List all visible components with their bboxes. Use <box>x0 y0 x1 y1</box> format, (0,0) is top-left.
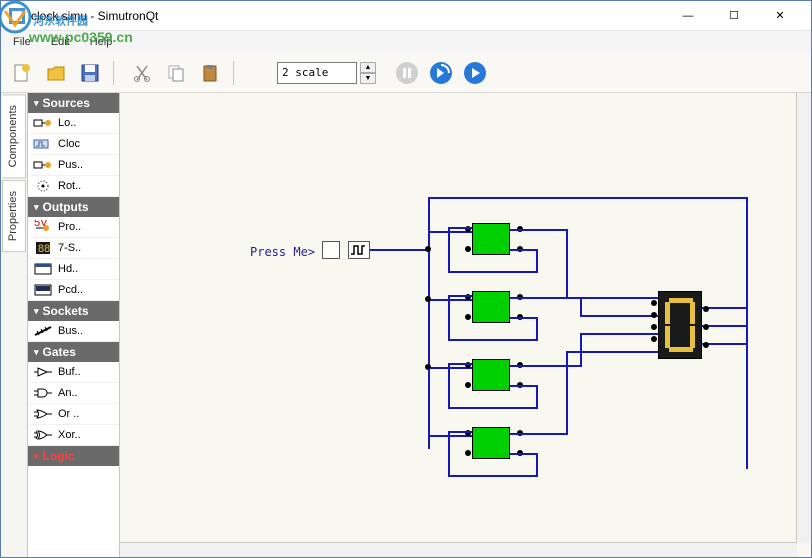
tab-properties[interactable]: Properties <box>2 180 26 252</box>
close-button[interactable]: ✕ <box>757 1 803 31</box>
item-bus[interactable]: Bus.. <box>28 321 119 342</box>
item-and[interactable]: An.. <box>28 383 119 404</box>
press-me-label: Press Me> <box>250 245 315 259</box>
paste-button[interactable] <box>195 58 225 88</box>
flipflop-1[interactable] <box>472 223 510 255</box>
item-probe[interactable]: 5VPro.. <box>28 217 119 238</box>
scale-spinner[interactable]: ▲▼ <box>360 62 376 84</box>
play-button[interactable] <box>460 58 490 88</box>
category-logic[interactable]: Logic <box>28 446 119 466</box>
menu-help[interactable]: Help <box>82 34 121 50</box>
title-bar: clock.simu - SimutronQt — ☐ ✕ <box>1 1 811 31</box>
menu-edit[interactable]: Edit <box>43 34 78 50</box>
toolbar: ▲▼ <box>1 53 811 93</box>
item-clock[interactable]: Cloc <box>28 134 119 155</box>
menu-file[interactable]: File <box>5 34 39 50</box>
svg-text:88: 88 <box>38 243 50 255</box>
open-button[interactable] <box>41 58 71 88</box>
flipflop-2[interactable] <box>472 291 510 323</box>
circuit-canvas[interactable]: Press Me> <box>120 93 811 557</box>
tab-components[interactable]: Components <box>2 94 26 178</box>
new-button[interactable] <box>7 58 37 88</box>
menu-bar: File Edit Help <box>1 31 811 53</box>
item-logic-source[interactable]: Lo.. <box>28 113 119 134</box>
item-pcd[interactable]: Pcd.. <box>28 280 119 301</box>
item-7seg[interactable]: 887-S.. <box>28 238 119 259</box>
category-sockets[interactable]: Sockets <box>28 301 119 321</box>
save-button[interactable] <box>75 58 105 88</box>
item-push[interactable]: Pus.. <box>28 155 119 176</box>
circuit-diagram: Press Me> <box>250 173 810 543</box>
item-or[interactable]: Or .. <box>28 404 119 425</box>
maximize-button[interactable]: ☐ <box>711 1 757 31</box>
flipflop-4[interactable] <box>472 427 510 459</box>
component-tree: Sources Lo.. Cloc Pus.. Rot.. Outputs 5V… <box>28 93 120 557</box>
copy-button[interactable] <box>161 58 191 88</box>
pulse-icon <box>348 241 370 259</box>
pause-button[interactable] <box>392 58 422 88</box>
step-button[interactable] <box>426 58 456 88</box>
category-sources[interactable]: Sources <box>28 93 119 113</box>
flipflop-3[interactable] <box>472 359 510 391</box>
window-title: clock.simu - SimutronQt <box>31 9 665 23</box>
category-outputs[interactable]: Outputs <box>28 197 119 217</box>
item-buffer[interactable]: Buf.. <box>28 362 119 383</box>
app-icon <box>9 8 25 24</box>
side-tabs: Components Properties <box>1 93 28 557</box>
item-rotary[interactable]: Rot.. <box>28 176 119 197</box>
scale-input[interactable] <box>277 62 357 84</box>
push-button-component[interactable] <box>322 241 340 259</box>
item-xor[interactable]: Xor.. <box>28 425 119 446</box>
category-gates[interactable]: Gates <box>28 342 119 362</box>
item-hd[interactable]: Hd.. <box>28 259 119 280</box>
minimize-button[interactable]: — <box>665 1 711 31</box>
seven-segment-display[interactable] <box>658 291 702 359</box>
cut-button[interactable] <box>127 58 157 88</box>
